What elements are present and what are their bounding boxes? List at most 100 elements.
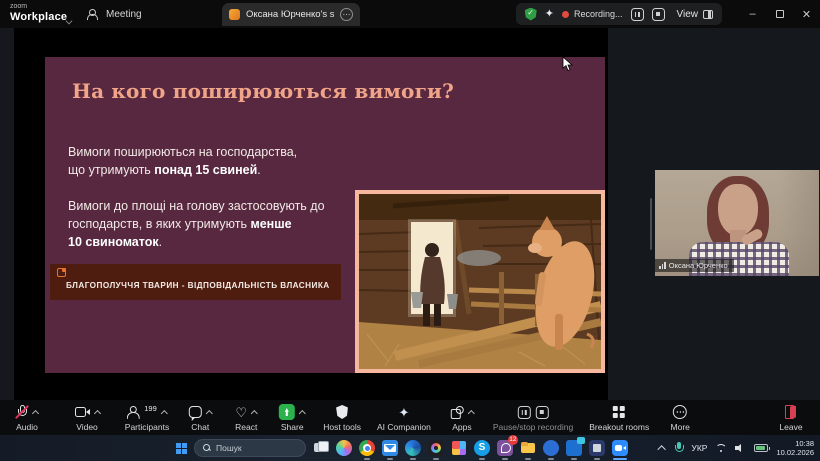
signal-strength-icon (659, 262, 666, 269)
taskbar-clock[interactable]: 10:38 10.02.2026 (776, 439, 814, 457)
p1-line2-post: . (257, 163, 260, 177)
tab-more-options-icon[interactable]: ⋯ (340, 8, 353, 21)
slide-paragraph-1: Вимоги поширюються на господарства, що у… (68, 143, 297, 179)
viber-icon[interactable]: 12 (497, 440, 513, 456)
language-indicator[interactable]: УКР (691, 443, 707, 453)
leave-label: Leave (779, 422, 802, 432)
host-tools-label: Host tools (323, 422, 361, 432)
apps-button[interactable]: Apps (447, 400, 477, 432)
maximize-button[interactable] (766, 0, 793, 28)
view-layout-icon (703, 10, 713, 19)
meeting-main-area: На кого поширюються вимоги? Вимоги пошир… (0, 28, 820, 400)
brand-chevron-down-icon[interactable] (66, 11, 73, 18)
zoom-workplace-brand[interactable]: zoom Workplace (10, 3, 67, 23)
chat-button[interactable]: Chat (185, 400, 215, 432)
edge-icon[interactable] (405, 440, 421, 456)
participant-video-tile[interactable]: Оксана Юрченко (655, 170, 819, 276)
toolbar-pause-recording-icon[interactable] (518, 406, 531, 419)
leave-door-icon (785, 405, 798, 419)
video-chevron-icon[interactable] (93, 410, 100, 417)
chat-chevron-icon[interactable] (206, 410, 213, 417)
brand-zoom-text: zoom (10, 3, 67, 11)
ai-companion-button[interactable]: ✦ AI Companion (377, 400, 431, 432)
participant-name-label: Оксана Юрченко (655, 259, 734, 272)
more-ellipsis-icon (673, 405, 687, 419)
chrome-icon[interactable] (359, 440, 375, 456)
file-explorer-icon[interactable] (520, 440, 536, 456)
ai-companion-sparkle-icon: ✦ (398, 406, 409, 419)
clock-time: 10:38 (776, 439, 814, 448)
outlook-icon[interactable] (566, 440, 582, 456)
share-screen-icon (279, 404, 295, 420)
apps-icon (450, 406, 463, 419)
window-controls: – ✕ (739, 0, 820, 28)
camera-icon (75, 407, 90, 417)
battery-icon[interactable] (754, 444, 768, 452)
participants-chevron-icon[interactable] (161, 410, 168, 417)
mail-icon[interactable] (382, 440, 398, 456)
recording-status-label: Recording... (574, 9, 623, 19)
share-label: Share (281, 422, 304, 432)
share-button[interactable]: Share (277, 400, 307, 432)
zoom-taskbar-icon[interactable] (612, 440, 628, 456)
slide-banner: БЛАГОПОЛУЧЧЯ ТВАРИН - ВІДПОВІДАЛЬНІСТЬ В… (50, 264, 341, 300)
audio-button[interactable]: Audio (12, 400, 42, 432)
tab-meeting[interactable]: Meeting (88, 0, 142, 28)
zoom-titlebar: zoom Workplace Meeting Оксана Юрченко's … (0, 0, 820, 28)
toolbar-stop-recording-icon[interactable] (536, 406, 549, 419)
pause-recording-button[interactable] (631, 8, 644, 21)
recording-dot-icon (562, 11, 569, 18)
breakout-rooms-button[interactable]: Breakout rooms (589, 400, 649, 432)
view-button[interactable]: View (677, 9, 714, 20)
participants-label: Participants (125, 422, 169, 432)
toolbar-left-group: Audio Video (12, 400, 102, 432)
tray-expand-chevron-icon[interactable] (658, 445, 666, 453)
slide-paragraph-2: Вимоги до площі на голову застосовують д… (68, 197, 325, 251)
windows-start-button[interactable] (176, 443, 187, 454)
search-icon (203, 444, 211, 452)
office-app-icon[interactable] (451, 440, 467, 456)
ai-sparkle-icon[interactable]: ✦ (545, 9, 554, 20)
minimize-button[interactable]: – (739, 0, 766, 28)
view-button-label: View (677, 9, 699, 20)
wifi-icon[interactable] (715, 444, 727, 453)
toolbar-center-group: 199 Participants Chat ♡ React (125, 400, 695, 432)
pause-stop-recording-control[interactable]: Pause/stop recording (493, 400, 573, 432)
slide-photo-pig-barn (355, 190, 605, 373)
stop-recording-button[interactable] (652, 8, 665, 21)
photos-app-icon[interactable] (428, 440, 444, 456)
shared-screen-tab-label: Оксана Юрченко's screen (246, 9, 334, 20)
windows-taskbar: Пошук S 12 УКР 10:38 1 (0, 435, 820, 461)
taskbar-search-box[interactable]: Пошук (194, 439, 306, 457)
more-button[interactable]: More (665, 400, 695, 432)
banner-label: БЛАГОПОЛУЧЧЯ ТВАРИН - ВІДПОВІДАЛЬНІСТЬ В… (66, 281, 330, 290)
tray-microphone-icon[interactable] (674, 442, 683, 454)
video-button[interactable]: Video (72, 400, 102, 432)
volume-icon[interactable] (735, 443, 746, 453)
skype-icon[interactable]: S (474, 440, 490, 456)
chat-bubble-icon (189, 406, 202, 418)
host-tools-button[interactable]: Host tools (323, 400, 361, 432)
slide-title: На кого поширюються вимоги? (72, 79, 454, 103)
share-chevron-icon[interactable] (299, 410, 306, 417)
system-tray: УКР 10:38 10.02.2026 (660, 435, 814, 461)
thumbnail-scrollbar[interactable] (650, 198, 652, 250)
leave-button[interactable]: Leave (776, 400, 806, 432)
tab-shared-screen[interactable]: Оксана Юрченко's screen ⋯ (222, 3, 360, 26)
security-shield-icon[interactable]: ✓ (525, 8, 537, 21)
meeting-tab-label: Meeting (106, 9, 142, 20)
react-chevron-icon[interactable] (251, 410, 258, 417)
heart-icon: ♡ (235, 406, 247, 419)
p1-line2-pre: що утримують (68, 163, 154, 177)
participant-face (718, 184, 758, 236)
p2-line1: Вимоги до площі на голову застосовують д… (68, 199, 325, 213)
teams-app-icon[interactable] (589, 440, 605, 456)
audio-chevron-icon[interactable] (32, 410, 39, 417)
react-button[interactable]: ♡ React (231, 400, 261, 432)
copilot-icon[interactable] (336, 440, 352, 456)
close-button[interactable]: ✕ (793, 0, 820, 28)
task-view-button[interactable] (313, 440, 329, 456)
participants-button[interactable]: 199 Participants (125, 400, 169, 432)
lightning-app-icon[interactable] (543, 440, 559, 456)
apps-chevron-icon[interactable] (467, 410, 474, 417)
